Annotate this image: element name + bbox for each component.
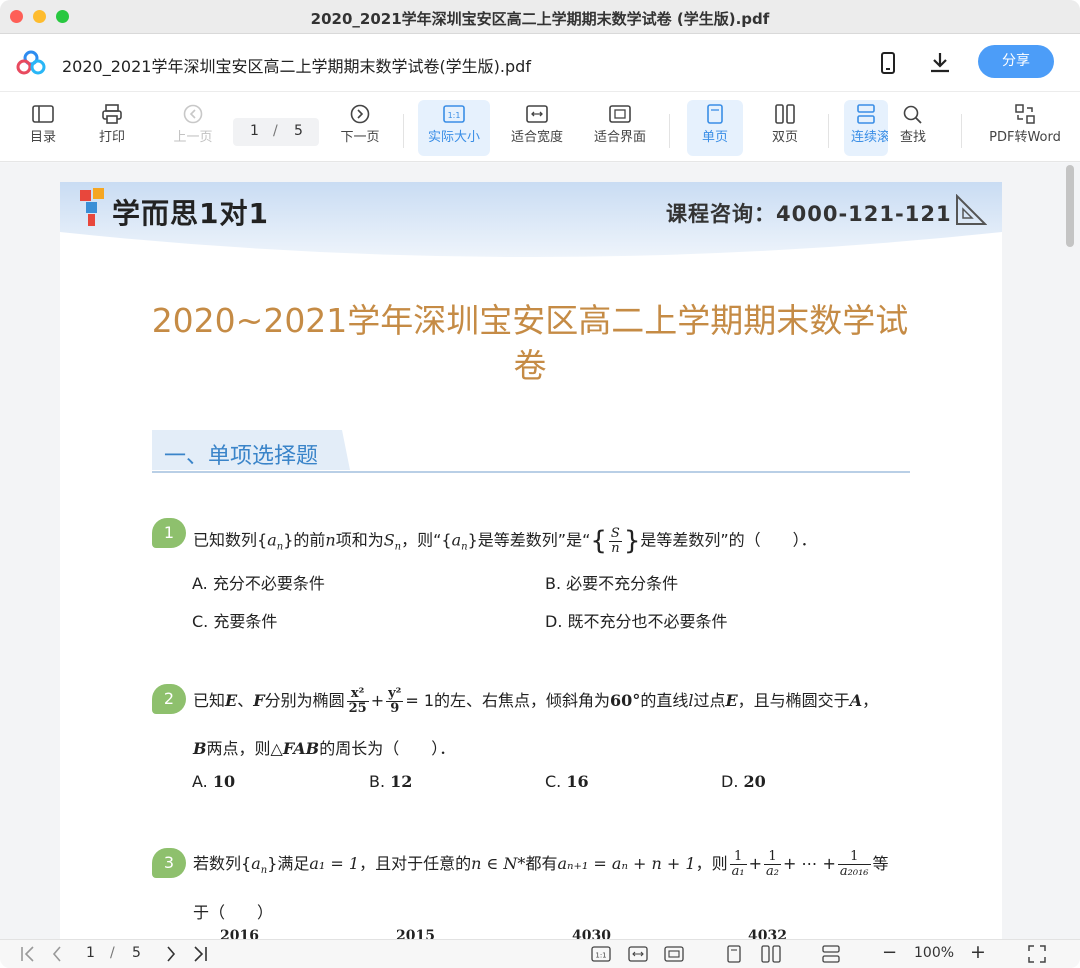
consult-hotline: 课程咨询：4000-121-121: [666, 202, 952, 226]
question-3-stem-line2: 于（ ）: [193, 903, 274, 922]
search-icon: [903, 105, 922, 124]
app-header: 2020_2021学年深圳宝安区高二上学期期末数学试卷(学生版).pdf 分享: [0, 34, 1080, 92]
chevron-right-circle-icon: [350, 104, 370, 124]
fit-width-icon: [526, 105, 548, 123]
question-number: 3: [152, 848, 186, 878]
question-number: 2: [152, 684, 186, 714]
zoom-level: 100%: [914, 945, 955, 961]
vertical-scrollbar[interactable]: [1066, 165, 1074, 247]
next-page-button[interactable]: 下一页: [332, 100, 388, 156]
toolbar-divider: [669, 114, 670, 148]
printer-icon: [102, 104, 122, 124]
toolbar-divider: [828, 114, 829, 148]
section-header: 一、单项选择题: [152, 430, 910, 474]
toolbar-divider: [961, 114, 962, 148]
question-2-stem-line2: B两点，则△FAB的周长为（ ）．: [193, 739, 456, 758]
fullscreen-icon[interactable]: [1028, 945, 1046, 963]
actual-size-icon: 1:1: [443, 105, 465, 123]
option-d: D. 20: [721, 772, 766, 791]
bottom-page-sep: /: [110, 945, 115, 961]
prev-page-icon[interactable]: [50, 945, 64, 963]
option-d: D. 既不充分也不必要条件: [545, 612, 728, 631]
toolbar-divider: [403, 114, 404, 148]
ruler-triangle-icon: [956, 194, 987, 225]
svg-text:1:1: 1:1: [448, 111, 461, 120]
print-button[interactable]: 打印: [87, 100, 137, 156]
sidebar-icon: [32, 105, 54, 123]
question-3-stem: 若数列{an}满足a₁ = 1，且对于任意的n ∈ N*都有aₙ₊₁ = aₙ …: [193, 849, 889, 879]
option-a: A. 10: [192, 772, 236, 791]
fit-width-button[interactable]: 适合宽度: [504, 100, 570, 156]
bottom-page-current[interactable]: 1: [86, 945, 95, 961]
continuous-scroll-icon[interactable]: [821, 945, 841, 963]
svg-text:1:1: 1:1: [595, 952, 606, 960]
app-logo-icon: [16, 50, 46, 75]
zoom-in-button[interactable]: +: [970, 941, 986, 963]
next-page-icon[interactable]: [164, 945, 178, 963]
actual-size-button[interactable]: 1:1 实际大小: [418, 100, 490, 156]
question-1-stem: 已知数列{an}的前n项和为Sn，则“{an}是等差数列”是“{Sn}是等差数列…: [193, 525, 817, 556]
fit-page-icon: [609, 105, 631, 123]
convert-icon: [1015, 104, 1035, 124]
pdf-reader-window: 2020_2021学年深圳宝安区高二上学期期末数学试卷 (学生版).pdf 20…: [0, 0, 1080, 968]
option-b: B. 必要不充分条件: [545, 574, 679, 593]
fit-page-icon[interactable]: [664, 946, 684, 962]
mobile-icon[interactable]: [875, 50, 901, 76]
page-number-input[interactable]: 1 / 5: [233, 118, 319, 146]
single-page-button[interactable]: 单页: [687, 100, 743, 156]
actual-size-icon[interactable]: 1:1: [591, 946, 611, 962]
chevron-left-circle-icon: [183, 104, 203, 124]
toc-button[interactable]: 目录: [18, 100, 68, 156]
download-icon[interactable]: [927, 50, 953, 76]
bottom-page-total: 5: [132, 945, 141, 961]
single-page-icon[interactable]: [726, 945, 742, 963]
file-name: 2020_2021学年深圳宝安区高二上学期期末数学试卷(学生版).pdf: [62, 57, 531, 76]
double-page-button[interactable]: 双页: [757, 100, 813, 156]
document-title: 2020~2021学年深圳宝安区高二上学期期末数学试 卷: [151, 301, 909, 385]
window-title: 2020_2021学年深圳宝安区高二上学期期末数学试卷 (学生版).pdf: [310, 10, 770, 28]
title-bar: 2020_2021学年深圳宝安区高二上学期期末数学试卷 (学生版).pdf: [0, 0, 1080, 34]
bottom-bar: 1 / 5 1:1 − 100% +: [0, 939, 1080, 968]
continuous-scroll-button[interactable]: 连续滚: [844, 100, 888, 156]
prev-page-button[interactable]: 上一页: [165, 100, 221, 156]
double-page-icon[interactable]: [761, 945, 781, 963]
toolbar: 目录 打印 上一页 1 / 5 下一页 1:1 实际大小 适合宽度 适合界面 单…: [0, 92, 1080, 162]
single-page-icon: [707, 104, 723, 124]
double-page-icon: [775, 104, 795, 124]
zoom-out-button[interactable]: −: [882, 942, 897, 963]
pdf-page: 学而思1对1 课程咨询：4000-121-121 2020~2021学年深圳宝安…: [60, 182, 1002, 968]
fit-page-button[interactable]: 适合界面: [587, 100, 653, 156]
brand-logo-icon: [80, 188, 104, 226]
option-c: C. 16: [545, 772, 589, 791]
continuous-scroll-icon: [857, 104, 875, 124]
pdf-to-word-button[interactable]: PDF转Word: [982, 100, 1068, 156]
brand-name: 学而思1对1: [112, 197, 269, 230]
option-a: A. 充分不必要条件: [192, 574, 325, 593]
fit-width-icon[interactable]: [628, 946, 648, 962]
option-c: C. 充要条件: [192, 612, 278, 631]
first-page-icon[interactable]: [20, 945, 36, 963]
share-button[interactable]: 分享: [978, 45, 1054, 78]
option-b: B. 12: [369, 772, 413, 791]
last-page-icon[interactable]: [192, 945, 208, 963]
question-2-stem: 已知E、F分别为椭圆 x² 25 + y² 9 = 1的左、右焦点，倾斜角为60°的直线l过…: [193, 686, 879, 716]
question-number: 1: [152, 518, 186, 548]
find-button[interactable]: 查找: [888, 100, 938, 156]
